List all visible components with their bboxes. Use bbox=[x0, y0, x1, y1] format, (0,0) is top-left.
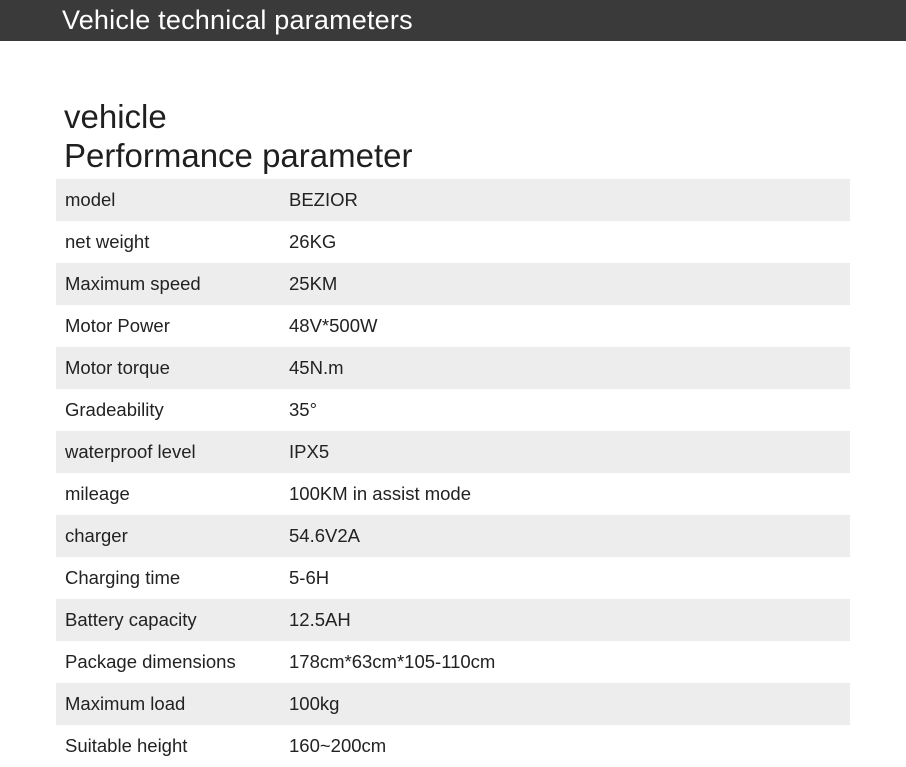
spec-label: mileage bbox=[65, 483, 130, 504]
spec-value: IPX5 bbox=[289, 441, 330, 462]
table-row: Maximum speed 25KM bbox=[56, 263, 850, 305]
spec-label: Package dimensions bbox=[65, 651, 236, 672]
spec-value: 45N.m bbox=[289, 357, 344, 378]
spec-value: 178cm*63cm*105-110cm bbox=[289, 651, 496, 672]
table-row: Charging time 5-6H bbox=[56, 557, 850, 599]
spec-label: Maximum load bbox=[65, 693, 186, 714]
spec-label: Suitable height bbox=[65, 735, 188, 756]
spec-label: Motor Power bbox=[65, 315, 170, 336]
spec-label: Maximum speed bbox=[65, 273, 201, 294]
table-row: mileage 100KM in assist mode bbox=[56, 473, 850, 515]
table-row: charger 54.6V2A bbox=[56, 515, 850, 557]
banner-title: Vehicle technical parameters bbox=[62, 5, 413, 35]
spec-value: 100kg bbox=[289, 693, 340, 714]
table-row: Package dimensions 178cm*63cm*105-110cm bbox=[56, 641, 850, 683]
spec-label: model bbox=[65, 189, 116, 210]
spec-value: 26KG bbox=[289, 231, 337, 252]
spec-value: BEZIOR bbox=[289, 189, 358, 210]
spec-value: 5-6H bbox=[289, 567, 330, 588]
section-heading: vehicle Performance parameter bbox=[64, 97, 412, 175]
spec-table: model BEZIOR net weight 26KG Maximum spe… bbox=[56, 179, 850, 767]
table-row: Maximum load 100kg bbox=[56, 683, 850, 725]
spec-label: Charging time bbox=[65, 567, 181, 588]
spec-label: waterproof level bbox=[65, 441, 196, 462]
spec-value: 100KM in assist mode bbox=[289, 483, 472, 504]
spec-value: 48V*500W bbox=[289, 315, 378, 336]
section-heading-line-1: vehicle bbox=[64, 98, 167, 135]
spec-value: 25KM bbox=[289, 273, 338, 294]
table-row: Gradeability 35° bbox=[56, 389, 850, 431]
spec-label: Battery capacity bbox=[65, 609, 197, 630]
table-row: Battery capacity 12.5AH bbox=[56, 599, 850, 641]
spec-label: charger bbox=[65, 525, 128, 546]
spec-value: 160~200cm bbox=[289, 735, 387, 756]
table-row: net weight 26KG bbox=[56, 221, 850, 263]
table-row: model BEZIOR bbox=[56, 179, 850, 221]
spec-label: Gradeability bbox=[65, 399, 164, 420]
spec-value: 35° bbox=[289, 399, 317, 420]
spec-value: 12.5AH bbox=[289, 609, 351, 630]
table-row: Motor Power 48V*500W bbox=[56, 305, 850, 347]
spec-value: 54.6V2A bbox=[289, 525, 360, 546]
spec-label: net weight bbox=[65, 231, 150, 252]
table-row: Suitable height 160~200cm bbox=[56, 725, 850, 767]
table-row: Motor torque 45N.m bbox=[56, 347, 850, 389]
spec-label: Motor torque bbox=[65, 357, 170, 378]
table-row: waterproof level IPX5 bbox=[56, 431, 850, 473]
title-banner: Vehicle technical parameters bbox=[0, 0, 906, 41]
section-heading-line-2: Performance parameter bbox=[64, 137, 413, 174]
